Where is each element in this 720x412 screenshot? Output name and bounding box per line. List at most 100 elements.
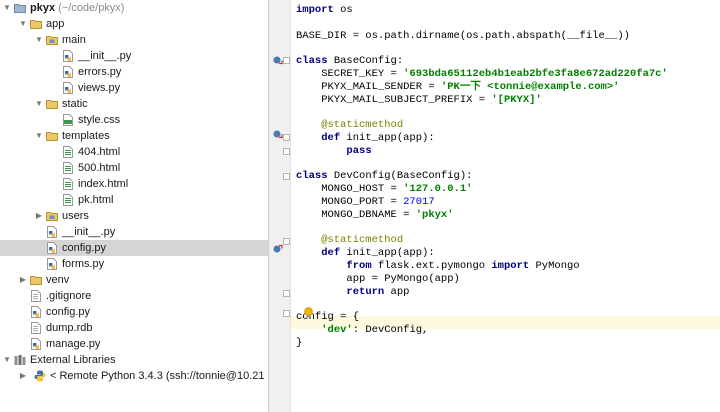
tree-item-label: __init__.py [78, 50, 132, 62]
code-token: MONGO_HOST = [296, 183, 404, 196]
tree-item[interactable]: ▼ templates [0, 128, 268, 144]
code-line[interactable]: MONGO_PORT = 27017 [296, 196, 435, 209]
html-file-icon [63, 162, 73, 174]
code-line[interactable]: MONGO_HOST = '127.0.0.1' [296, 183, 472, 196]
tree-item[interactable]: ▼ static [0, 96, 268, 112]
fold-toggle-icon[interactable] [283, 134, 290, 141]
code-line[interactable]: pass [296, 145, 371, 158]
code-line[interactable]: BASE_DIR = os.path.dirname(os.path.abspa… [296, 30, 630, 43]
overriding-method-marker-icon[interactable] [273, 244, 283, 254]
overridden-method-marker-icon[interactable] [273, 55, 283, 65]
project-folder-icon [14, 4, 26, 13]
collapse-arrow-icon[interactable]: ▼ [34, 96, 44, 112]
expand-arrow-icon[interactable]: ▶ [18, 272, 28, 288]
collapse-arrow-icon[interactable]: ▼ [18, 16, 28, 32]
tree-item[interactable]: style.css [0, 112, 268, 128]
tree-item[interactable]: ▼ app [0, 16, 268, 32]
code-line[interactable]: class BaseConfig: [296, 55, 403, 68]
tree-item-remote-python[interactable]: ▶ < Remote Python 3.4.3 (ssh://tonnie@10… [0, 368, 268, 384]
tree-item-label: errors.py [78, 66, 122, 78]
python-interpreter-icon [34, 370, 46, 382]
tree-item[interactable]: __init__.py [0, 224, 268, 240]
tree-item[interactable]: manage.py [0, 336, 268, 352]
fold-toggle-icon[interactable] [283, 310, 290, 317]
tree-item[interactable]: __init__.py [0, 48, 268, 64]
tree-item-label: config.py [62, 242, 107, 254]
tree-item[interactable]: .gitignore [0, 288, 268, 304]
package-icon [46, 36, 58, 45]
code-line[interactable]: class DevConfig(BaseConfig): [296, 170, 472, 183]
code-editor[interactable]: import os BASE_DIR = os.path.dirname(os.p… [291, 0, 720, 412]
code-line[interactable]: PKYX_MAIL_SENDER = 'PK一下 <tonnie@example… [296, 81, 619, 94]
collapse-arrow-icon[interactable]: ▼ [34, 128, 44, 144]
tree-item[interactable]: views.py [0, 80, 268, 96]
project-name: pkyx [30, 2, 56, 14]
expand-arrow-icon[interactable]: ▶ [34, 208, 44, 224]
collapse-arrow-icon[interactable]: ▼ [2, 0, 12, 16]
code-line[interactable]: app = PyMongo(app) [296, 273, 459, 286]
code-token: @staticmethod [296, 234, 404, 247]
tree-item[interactable]: 500.html [0, 160, 268, 176]
code-token: BaseConfig: [327, 55, 404, 68]
code-line[interactable]: def init_app(app): [296, 132, 434, 145]
python-file-icon [63, 66, 73, 78]
tree-item-external-libraries[interactable]: ▼ External Libraries [0, 352, 268, 368]
code-token: BASE_DIR = os.path.dirname(os.path.abspa… [296, 29, 630, 42]
tree-item[interactable]: ▼ main [0, 32, 268, 48]
code-line[interactable]: SECRET_KEY = '693bda65112eb4b1eab2bfe3fa… [296, 68, 668, 81]
code-line[interactable]: @staticmethod [296, 119, 403, 132]
tree-item-label: app [46, 18, 65, 30]
code-line[interactable]: import os [296, 4, 353, 17]
code-line[interactable]: PKYX_MAIL_SUBJECT_PREFIX = '[PKYX]' [296, 94, 542, 107]
code-line[interactable]: MONGO_DBNAME = 'pkyx' [296, 209, 453, 222]
code-token: DevConfig(BaseConfig): [327, 170, 473, 183]
code-token: flask.ext.pymongo [371, 260, 492, 272]
libraries-icon [14, 355, 26, 365]
overridden-method-marker-icon[interactable] [273, 129, 283, 139]
fold-toggle-icon[interactable] [283, 238, 290, 245]
fold-toggle-icon[interactable] [283, 173, 290, 180]
tree-item[interactable]: ▶ users [0, 208, 268, 224]
tree-root-pkyx[interactable]: ▼ pkyx (~/code/pkyx) [0, 0, 268, 16]
tree-item-label: __init__.py [62, 226, 116, 238]
code-line[interactable]: 'dev': DevConfig, [296, 324, 428, 337]
fold-toggle-icon[interactable] [283, 148, 290, 155]
tree-item[interactable]: forms.py [0, 256, 268, 272]
python-file-icon [47, 226, 57, 238]
tree-item[interactable]: ▶ venv [0, 272, 268, 288]
code-token: 27017 [403, 196, 435, 208]
tree-item[interactable]: 404.html [0, 144, 268, 160]
code-token: '693bda65112eb4b1eab2bfe3fa8e672ad220fa7… [403, 68, 668, 80]
expand-arrow-icon[interactable]: ▶ [18, 368, 28, 384]
package-icon [46, 212, 58, 221]
code-token: return [346, 285, 385, 298]
code-line[interactable]: } [296, 337, 302, 350]
html-file-icon [63, 146, 73, 158]
tree-item[interactable]: config.py [0, 240, 268, 256]
tree-item[interactable]: config.py [0, 304, 268, 320]
tree-item[interactable]: index.html [0, 176, 268, 192]
tree-item-label: config.py [46, 306, 91, 318]
fold-toggle-icon[interactable] [283, 290, 290, 297]
text-file-icon [31, 290, 41, 302]
code-line[interactable]: def init_app(app): [296, 247, 434, 260]
intention-bulb-icon[interactable] [303, 307, 314, 318]
tree-item[interactable]: dump.rdb [0, 320, 268, 336]
fold-toggle-icon[interactable] [283, 57, 290, 64]
python-file-icon [31, 338, 41, 350]
tree-item[interactable]: pk.html [0, 192, 268, 208]
code-token: def [321, 247, 341, 260]
code-line[interactable]: from flask.ext.pymongo import PyMongo [296, 260, 579, 273]
remote-python-label: < Remote Python 3.4.3 (ssh://tonnie@10.2… [50, 370, 265, 382]
collapse-arrow-icon[interactable]: ▼ [34, 32, 44, 48]
code-line[interactable]: @staticmethod [296, 234, 403, 247]
code-line[interactable]: return app [296, 286, 409, 299]
collapse-arrow-icon[interactable]: ▼ [2, 352, 12, 368]
tree-item-label: views.py [78, 82, 121, 94]
code-token: 'dev' [321, 324, 353, 336]
tree-item[interactable]: errors.py [0, 64, 268, 80]
tree-item-label: style.css [78, 114, 121, 126]
